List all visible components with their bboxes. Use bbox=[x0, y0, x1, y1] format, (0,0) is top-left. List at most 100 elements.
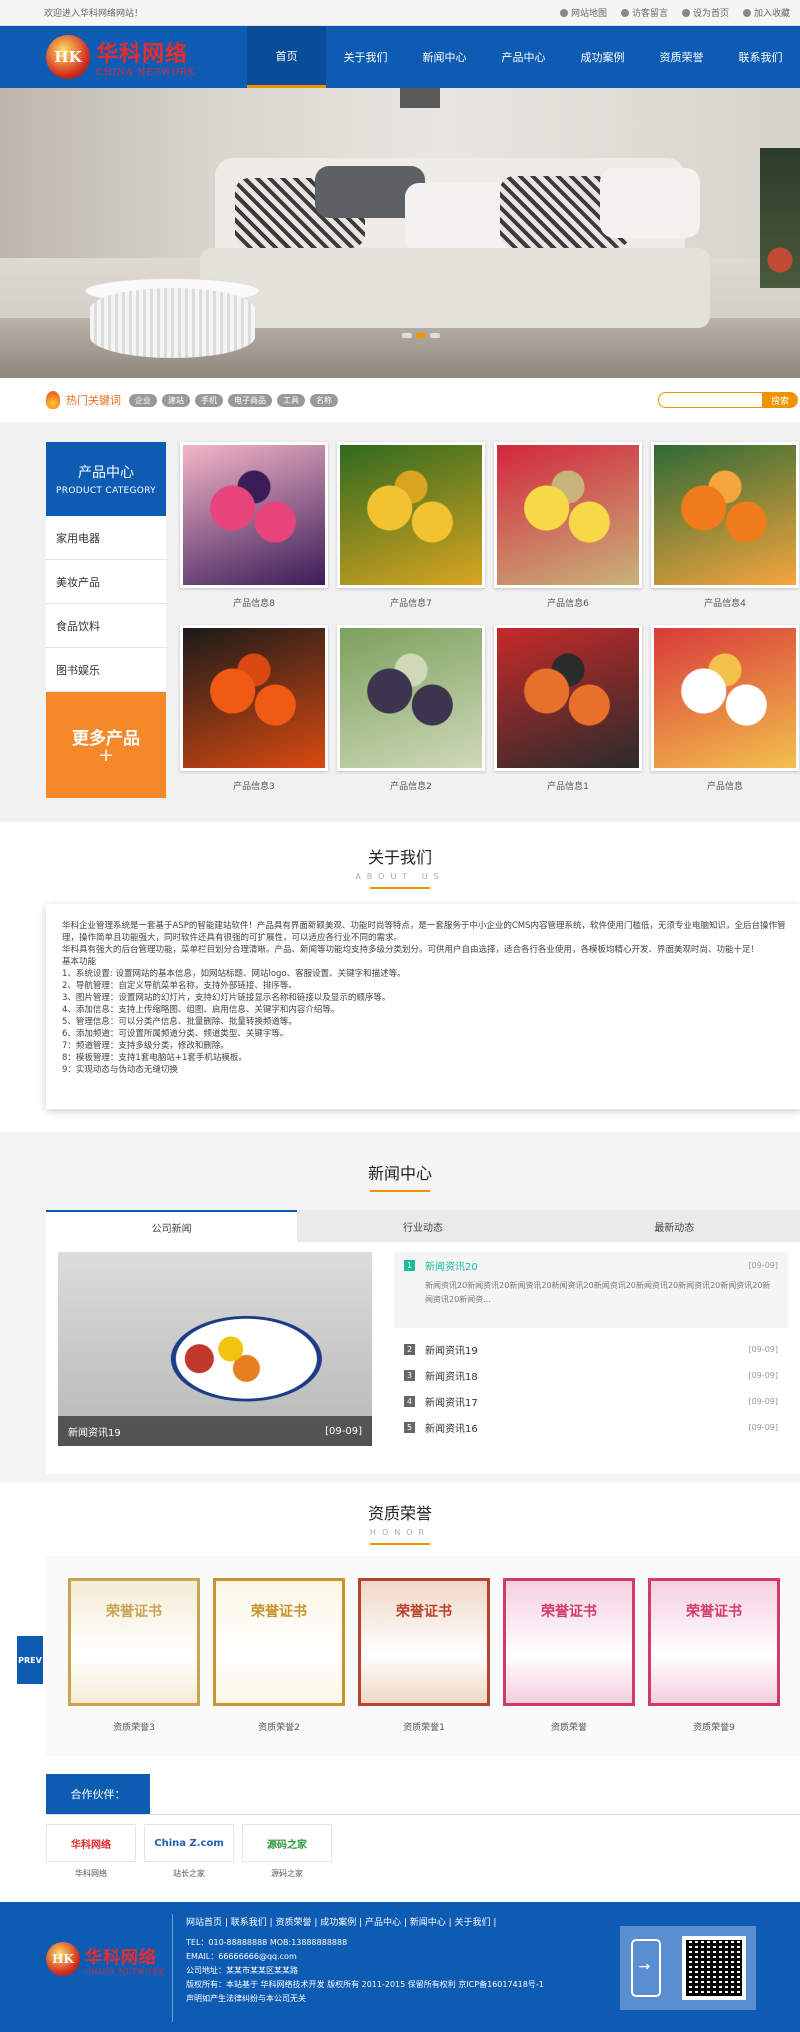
product-card[interactable]: 产品信息3 bbox=[180, 625, 328, 800]
certificate-name[interactable]: 资质荣誉2 bbox=[213, 1720, 345, 1733]
certificate-image[interactable]: 荣誉证书 bbox=[648, 1578, 780, 1706]
keyword-tag[interactable]: 名称 bbox=[310, 393, 338, 407]
product-card[interactable]: 产品信息 bbox=[651, 625, 799, 800]
top-link[interactable]: 访客留言 bbox=[620, 6, 668, 19]
news-list-item[interactable]: 2 新闻资讯19 [09-09] bbox=[394, 1336, 788, 1362]
news-tab[interactable]: 行业动态 bbox=[297, 1210, 548, 1242]
keyword-list: 企业 建站 手机 电子商品 工具 名称 bbox=[129, 393, 338, 407]
search-button[interactable]: 搜索 bbox=[762, 392, 798, 408]
top-link[interactable]: 设为首页 bbox=[681, 6, 729, 19]
certificate-name[interactable]: 资质荣誉9 bbox=[648, 1720, 780, 1733]
product-image[interactable] bbox=[180, 625, 328, 771]
certificate-title: 荣誉证书 bbox=[396, 1604, 452, 1620]
nav-item[interactable]: 资质荣誉 bbox=[642, 26, 721, 88]
logo-en-text: CHINA NETWORK bbox=[96, 68, 196, 78]
site-logo[interactable]: HK 华科网络 CHINA NETWORK bbox=[46, 35, 239, 79]
about-en-title: ABOUT US bbox=[355, 872, 445, 881]
about-line: 7：频道管理：支持多级分类，修改和删除。 bbox=[62, 1041, 229, 1051]
product-section: 产品中心 PRODUCT CATEGORY 家用电器 美妆产品 食品饮料 图书娱乐 更… bbox=[0, 422, 800, 822]
certificate-name[interactable]: 资质荣誉 bbox=[503, 1720, 635, 1733]
product-image[interactable] bbox=[494, 442, 642, 588]
news-tabs: 公司新闻 行业动态 最新动态 bbox=[46, 1210, 800, 1242]
keyword-tag[interactable]: 手机 bbox=[195, 393, 223, 407]
product-card[interactable]: 产品信息4 bbox=[651, 442, 799, 617]
certificate-image[interactable]: 荣誉证书 bbox=[503, 1578, 635, 1706]
certificate-name[interactable]: 资质荣誉3 bbox=[68, 1720, 200, 1733]
product-name[interactable]: 产品信息 bbox=[651, 779, 799, 792]
hero-banner[interactable] bbox=[0, 88, 800, 378]
news-feature-image[interactable]: 新闻资讯19 [09-09] bbox=[58, 1252, 372, 1446]
product-name[interactable]: 产品信息1 bbox=[494, 779, 642, 792]
partner-item[interactable]: China Z.com 站长之家 bbox=[144, 1824, 234, 1879]
category-item[interactable]: 图书娱乐 bbox=[46, 648, 166, 692]
slider-dot[interactable] bbox=[416, 333, 426, 338]
product-name[interactable]: 产品信息8 bbox=[180, 596, 328, 609]
about-line: 9：实现动态与伪动态无缝切换 bbox=[62, 1065, 178, 1075]
prev-button[interactable]: PREV bbox=[17, 1636, 43, 1684]
partner-name[interactable]: 源码之家 bbox=[242, 1868, 332, 1879]
search-input[interactable] bbox=[658, 392, 762, 408]
nav-item[interactable]: 首页 bbox=[247, 26, 326, 88]
product-card[interactable]: 产品信息2 bbox=[337, 625, 485, 800]
product-name[interactable]: 产品信息3 bbox=[180, 779, 328, 792]
product-card[interactable]: 产品信息8 bbox=[180, 442, 328, 617]
product-image[interactable] bbox=[180, 442, 328, 588]
category-item[interactable]: 美妆产品 bbox=[46, 560, 166, 604]
certificate-image[interactable]: 荣誉证书 bbox=[213, 1578, 345, 1706]
nav-item[interactable]: 关于我们 bbox=[326, 26, 405, 88]
partner-item[interactable]: 源码之家 源码之家 bbox=[242, 1824, 332, 1879]
product-name[interactable]: 产品信息6 bbox=[494, 596, 642, 609]
product-card[interactable]: 产品信息7 bbox=[337, 442, 485, 617]
keyword-tag[interactable]: 电子商品 bbox=[228, 393, 272, 407]
news-item-title[interactable]: 新闻资讯18 bbox=[425, 1368, 749, 1383]
news-item-date: [09-09] bbox=[748, 1261, 779, 1270]
product-image[interactable] bbox=[494, 625, 642, 771]
nav-item[interactable]: 成功案例 bbox=[563, 26, 642, 88]
product-image[interactable] bbox=[651, 625, 799, 771]
slider-dot[interactable] bbox=[402, 333, 412, 338]
news-feature-caption[interactable]: 新闻资讯19 [09-09] bbox=[58, 1416, 372, 1446]
certificate-image[interactable]: 荣誉证书 bbox=[358, 1578, 490, 1706]
product-image[interactable] bbox=[337, 625, 485, 771]
nav-item[interactable]: 联系我们 bbox=[721, 26, 800, 88]
top-link[interactable]: 网站地图 bbox=[559, 6, 607, 19]
product-name[interactable]: 产品信息2 bbox=[337, 779, 485, 792]
partner-name[interactable]: 华科网络 bbox=[46, 1868, 136, 1879]
certificate-name[interactable]: 资质荣誉1 bbox=[358, 1720, 490, 1733]
news-list-item[interactable]: 5 新闻资讯16 [09-09] bbox=[394, 1414, 788, 1440]
footer-logo-en: CHINA NETWORK bbox=[85, 1967, 165, 1976]
top-link[interactable]: 加入收藏 bbox=[742, 6, 790, 19]
news-list-item[interactable]: 4 新闻资讯17 [09-09] bbox=[394, 1388, 788, 1414]
product-card[interactable]: 产品信息1 bbox=[494, 625, 642, 800]
product-name[interactable]: 产品信息4 bbox=[651, 596, 799, 609]
nav-item[interactable]: 新闻中心 bbox=[405, 26, 484, 88]
news-item-title[interactable]: 新闻资讯19 bbox=[425, 1342, 749, 1357]
news-item-title[interactable]: 新闻资讯17 bbox=[425, 1394, 749, 1409]
partner-logo[interactable]: China Z.com bbox=[144, 1824, 234, 1862]
slider-dot[interactable] bbox=[430, 333, 440, 338]
about-text-box: 华科企业管理系统是一套基于ASP的智能建站软件！产品具有界面新颖美观、功能时尚等… bbox=[46, 904, 800, 1109]
news-item-title[interactable]: 新闻资讯16 bbox=[425, 1420, 749, 1435]
footer-nav[interactable]: 网站首页 | 联系我们 | 资质荣誉 | 成功案例 | 产品中心 | 新闻中心 … bbox=[186, 1916, 544, 1930]
news-item-title[interactable]: 新闻资讯20 bbox=[425, 1258, 749, 1273]
product-card[interactable]: 产品信息6 bbox=[494, 442, 642, 617]
partner-logo[interactable]: 源码之家 bbox=[242, 1824, 332, 1862]
product-image[interactable] bbox=[651, 442, 799, 588]
news-list-item[interactable]: 3 新闻资讯18 [09-09] bbox=[394, 1362, 788, 1388]
keyword-tag[interactable]: 建站 bbox=[162, 393, 190, 407]
more-products-button[interactable]: 更多产品 + bbox=[46, 692, 166, 798]
certificate-image[interactable]: 荣誉证书 bbox=[68, 1578, 200, 1706]
category-item[interactable]: 家用电器 bbox=[46, 516, 166, 560]
category-item[interactable]: 食品饮料 bbox=[46, 604, 166, 648]
product-name[interactable]: 产品信息7 bbox=[337, 596, 485, 609]
partner-item[interactable]: 华科网络 华科网络 bbox=[46, 1824, 136, 1879]
partner-name[interactable]: 站长之家 bbox=[144, 1868, 234, 1879]
news-tab[interactable]: 公司新闻 bbox=[46, 1210, 298, 1242]
nav-item[interactable]: 产品中心 bbox=[484, 26, 563, 88]
product-image[interactable] bbox=[337, 442, 485, 588]
news-tab[interactable]: 最新动态 bbox=[549, 1210, 800, 1242]
keyword-tag[interactable]: 工具 bbox=[277, 393, 305, 407]
news-first-item[interactable]: 1 新闻资讯20 [09-09] 新闻资讯20新闻资讯20新闻资讯20新闻资讯2… bbox=[394, 1252, 788, 1328]
keyword-tag[interactable]: 企业 bbox=[129, 393, 157, 407]
partner-logo[interactable]: 华科网络 bbox=[46, 1824, 136, 1862]
